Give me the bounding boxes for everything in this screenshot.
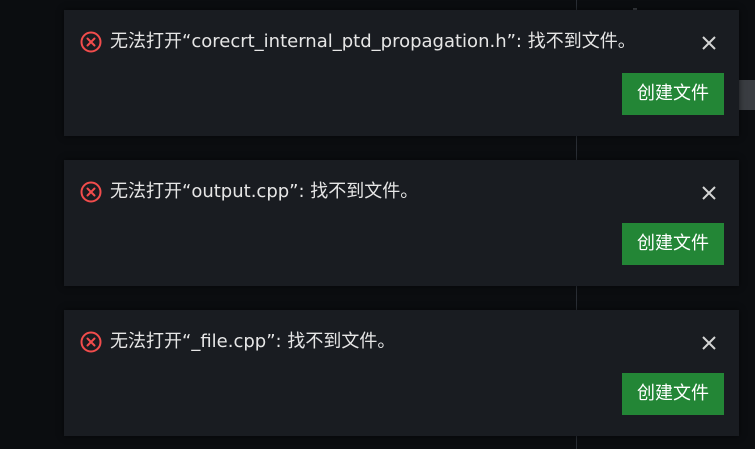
notification-toast: 无法打开“corecrt_internal_ptd_propagation.h”…	[64, 10, 739, 136]
notification-message: 无法打开“_file.cpp”: 找不到文件。	[110, 331, 396, 352]
close-icon[interactable]	[697, 181, 721, 205]
notification-message: 无法打开“output.cpp”: 找不到文件。	[110, 181, 419, 202]
notification-toast: 无法打开“output.cpp”: 找不到文件。 创建文件	[64, 160, 739, 286]
close-icon[interactable]	[697, 31, 721, 55]
create-file-button[interactable]: 创建文件	[622, 223, 724, 265]
error-circle-icon	[80, 31, 102, 53]
create-file-button[interactable]: 创建文件	[622, 73, 724, 115]
error-circle-icon	[80, 181, 102, 203]
editor-background: 无法打开“corecrt_internal_ptd_propagation.h”…	[0, 0, 755, 449]
scrollbar-thumb[interactable]	[739, 80, 755, 110]
error-circle-icon	[80, 331, 102, 353]
close-icon[interactable]	[697, 331, 721, 355]
create-file-button[interactable]: 创建文件	[622, 373, 724, 415]
notification-message: 无法打开“corecrt_internal_ptd_propagation.h”…	[110, 31, 636, 52]
notification-toast: 无法打开“_file.cpp”: 找不到文件。 创建文件	[64, 310, 739, 436]
